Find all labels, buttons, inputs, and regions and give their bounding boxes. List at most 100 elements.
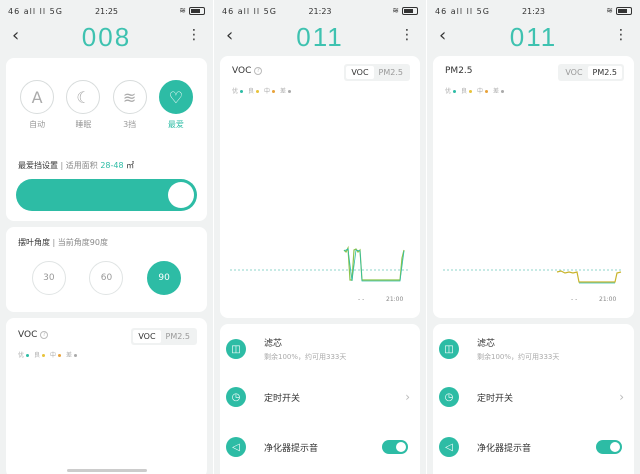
device-title: 011: [296, 22, 344, 52]
chart-title-text: VOC: [18, 330, 38, 340]
seg-voc[interactable]: VOC: [346, 66, 374, 79]
sound-toggle[interactable]: [382, 440, 408, 454]
status-right: ≋: [392, 6, 418, 15]
x-tick-left: - -: [358, 296, 365, 303]
legend-item: 中: [264, 86, 276, 95]
battery-icon: [616, 6, 632, 15]
filter-title: 滤芯: [477, 339, 496, 349]
pm25-chart-card: PM2.5 VOC PM2.5 优 良 中 差 - - 21:00: [433, 56, 634, 318]
quality-legend: 优 良 中 差: [445, 86, 505, 95]
angle-60-button[interactable]: 60: [89, 261, 124, 295]
x-tick-left: - -: [571, 296, 578, 303]
legend-label: 优: [18, 352, 25, 359]
legend-item: 优: [445, 86, 457, 95]
mode-sleep[interactable]: ☾ 睡眠: [63, 80, 103, 130]
device-title: 011: [509, 22, 558, 52]
battery-icon: [189, 6, 205, 15]
quality-legend: 优 良 中 差: [18, 350, 78, 359]
area-value: 28-48: [100, 161, 124, 170]
screen-purifier-011-voc: 46 all ll 5G 21:23 ≋ ‹ 011 ⋮ VOC ? VOC P…: [214, 0, 426, 474]
angle-90-button[interactable]: 90: [147, 261, 182, 295]
fav-setting-label: 最爱挡设置 | 适用面积 28-48 ㎡: [18, 161, 135, 170]
legend-item: 良: [248, 86, 260, 95]
metric-switch: VOC PM2.5: [131, 328, 197, 345]
quality-legend: 优 良 中 差: [232, 86, 292, 95]
legend-item: 中: [50, 350, 62, 359]
chart-title: PM2.5: [445, 66, 473, 76]
timer-row[interactable]: ◷ 定时开关 ›: [433, 374, 634, 420]
metric-switch: VOC PM2.5: [344, 64, 410, 81]
clock-icon: ◷: [439, 387, 459, 407]
favorite-speed-slider[interactable]: [16, 179, 197, 211]
metric-switch: VOC PM2.5: [558, 64, 624, 81]
filter-row[interactable]: ◫ 滤芯剩余100%，约可用333天: [433, 326, 634, 372]
pm25-series-line: [556, 270, 622, 283]
legend-label: 良: [461, 88, 468, 95]
top-nav: ‹ 011 ⋮: [214, 22, 426, 56]
chevron-right-icon: ›: [619, 390, 624, 404]
legend-item: 良: [461, 86, 473, 95]
status-bar: 46 all ll 5G 21:23 ≋: [214, 0, 426, 24]
legend-item: 差: [493, 86, 505, 95]
battery-icon: [402, 6, 418, 15]
x-tick-right: 21:00: [599, 296, 617, 303]
screen-purifier-008: 46 all ll 5G 21:25 ≋ ‹ 008 ⋮ A 自动 ☾ 睡眠 ≋…: [0, 0, 213, 474]
top-nav: ‹ 011 ⋮: [427, 22, 640, 56]
filter-row[interactable]: ◫ 滤芯 剩余100%，约可用333天: [220, 326, 420, 372]
chart-title-text: VOC: [232, 66, 252, 76]
top-nav: ‹ 008 ⋮: [0, 22, 213, 56]
sound-row: ◁ 净化器提示音: [220, 424, 420, 470]
status-right: ≋: [606, 6, 632, 15]
legend-item: 中: [477, 86, 489, 95]
legend-label: 优: [232, 88, 239, 95]
filter-icon: ◫: [226, 339, 246, 359]
help-icon[interactable]: ?: [40, 330, 49, 339]
clock-icon: ◷: [226, 387, 246, 407]
seg-pm25[interactable]: PM2.5: [587, 66, 622, 79]
timer-row[interactable]: ◷ 定时开关 ›: [220, 374, 420, 420]
mode-label: 3挡: [123, 120, 137, 129]
seg-pm25[interactable]: PM2.5: [374, 66, 408, 79]
heart-icon: ♡: [158, 80, 193, 114]
auto-icon: A: [20, 80, 55, 114]
more-menu-button[interactable]: ⋮: [187, 26, 201, 44]
filter-sub: 剩余100%，约可用333天: [264, 353, 347, 361]
chart-title: VOC ?: [232, 66, 263, 76]
fav-setting-title: 最爱挡设置: [18, 161, 58, 170]
seg-voc[interactable]: VOC: [133, 330, 161, 343]
status-bar: 46 all ll 5G 21:25 ≋: [0, 0, 213, 24]
pm25-chart: [443, 269, 623, 284]
angle-30-button[interactable]: 30: [31, 261, 66, 295]
chart-title: VOC ?: [18, 330, 49, 340]
screen-purifier-011-pm25: 46 all ll 5G 21:23 ≋ ‹ 011 ⋮ PM2.5 VOC P…: [427, 0, 640, 474]
mode-level3[interactable]: ≋ 3挡: [110, 80, 150, 130]
mode-favorite[interactable]: ♡ 最爱: [156, 80, 196, 130]
mode-card: A 自动 ☾ 睡眠 ≋ 3挡 ♡ 最爱 最爱挡设置 | 适用面积 28-48 ㎡: [6, 58, 207, 221]
filter-sub: 剩余100%，约可用333天: [477, 353, 560, 361]
speaker-icon: ◁: [439, 437, 459, 457]
mode-auto[interactable]: A 自动: [17, 80, 57, 130]
legend-label: 差: [493, 88, 500, 95]
status-bar: 46 all ll 5G 21:23 ≋: [427, 0, 640, 24]
slider-knob[interactable]: [168, 182, 194, 208]
legend-item: 优: [232, 86, 244, 95]
legend-label: 优: [445, 88, 452, 95]
legend-item: 优: [18, 350, 30, 359]
swing-card: 摆叶角度 | 当前角度90度 30 60 90: [6, 227, 207, 312]
more-menu-button[interactable]: ⋮: [614, 26, 628, 44]
swing-label: 摆叶角度 | 当前角度90度: [18, 238, 108, 247]
chevron-right-icon: ›: [405, 390, 410, 404]
legend-label: 中: [477, 88, 484, 95]
legend-item: 差: [66, 350, 78, 359]
filter-icon: ◫: [439, 339, 459, 359]
legend-label: 中: [50, 352, 57, 359]
more-menu-button[interactable]: ⋮: [400, 26, 414, 44]
seg-pm25[interactable]: PM2.5: [161, 330, 195, 343]
voc-chart: [230, 245, 410, 282]
sound-toggle[interactable]: [596, 440, 622, 454]
seg-voc[interactable]: VOC: [560, 66, 587, 79]
sound-title: 净化器提示音: [477, 443, 532, 454]
home-indicator: [66, 469, 147, 472]
area-unit: ㎡: [126, 161, 135, 170]
help-icon[interactable]: ?: [254, 66, 263, 75]
